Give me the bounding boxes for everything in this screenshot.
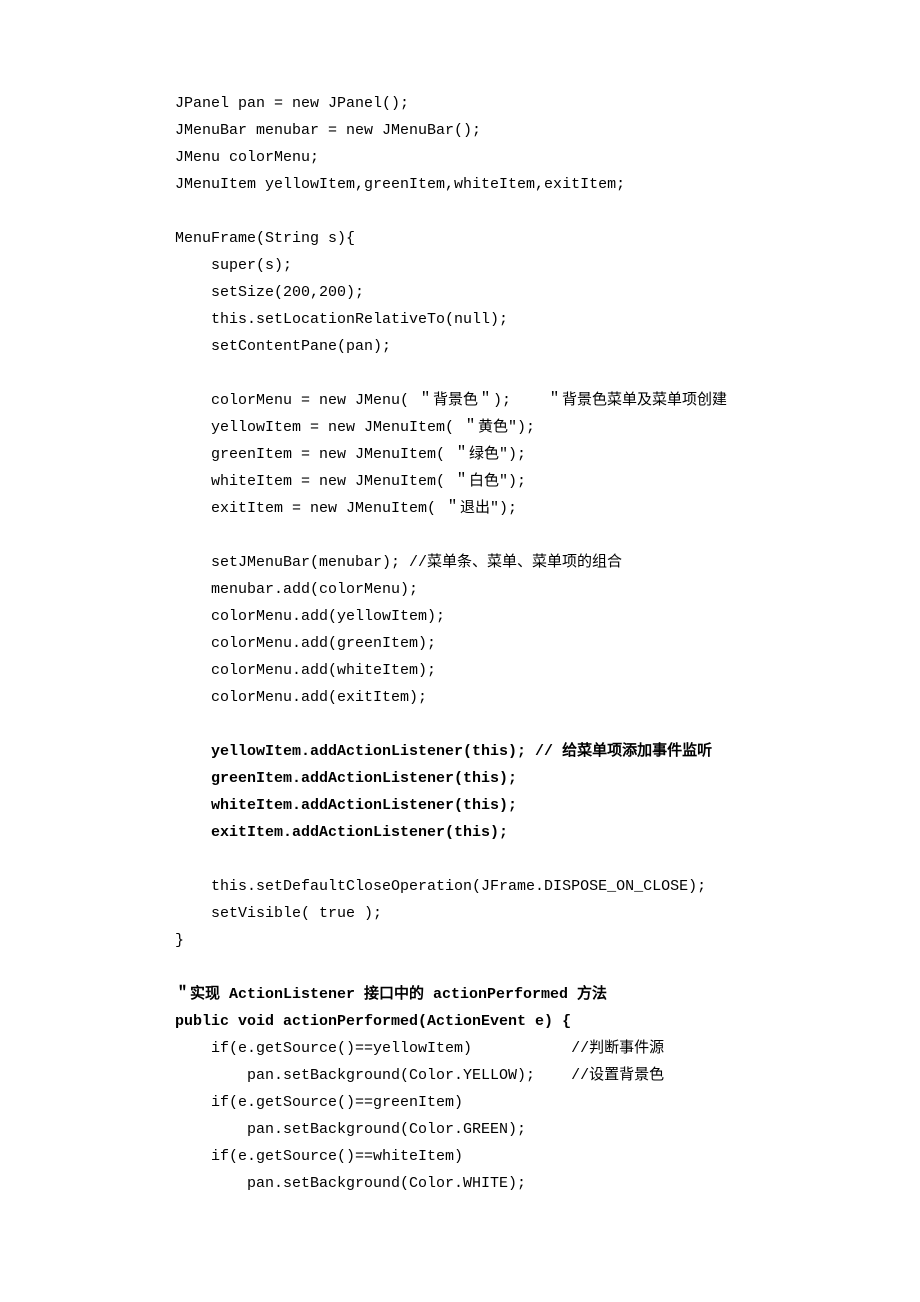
code-line: yellowItem = new JMenuItem( ＂黄色"); — [175, 414, 920, 441]
code-line — [175, 711, 920, 738]
code-line — [175, 954, 920, 981]
code-document-page: JPanel pan = new JPanel();JMenuBar menub… — [0, 0, 920, 1302]
code-line: whiteItem = new JMenuItem( ＂白色"); — [175, 468, 920, 495]
code-line: exitItem = new JMenuItem( ＂退出"); — [175, 495, 920, 522]
code-line: greenItem = new JMenuItem( ＂绿色"); — [175, 441, 920, 468]
code-line: } — [175, 927, 920, 954]
code-block: JPanel pan = new JPanel();JMenuBar menub… — [175, 90, 920, 1197]
code-line: setVisible( true ); — [175, 900, 920, 927]
code-line: pan.setBackground(Color.WHITE); — [175, 1170, 920, 1197]
code-line: exitItem.addActionListener(this); — [175, 819, 920, 846]
code-line: colorMenu.add(exitItem); — [175, 684, 920, 711]
code-line: colorMenu.add(yellowItem); — [175, 603, 920, 630]
code-line: ＂实现 ActionListener 接口中的 actionPerformed … — [175, 981, 920, 1008]
code-line — [175, 360, 920, 387]
code-line: pan.setBackground(Color.YELLOW); //设置背景色 — [175, 1062, 920, 1089]
code-line: yellowItem.addActionListener(this); // 给… — [175, 738, 920, 765]
code-line: colorMenu.add(greenItem); — [175, 630, 920, 657]
code-line: setJMenuBar(menubar); //菜单条、菜单、菜单项的组合 — [175, 549, 920, 576]
code-line: this.setLocationRelativeTo(null); — [175, 306, 920, 333]
code-line: pan.setBackground(Color.GREEN); — [175, 1116, 920, 1143]
code-line: JMenuItem yellowItem,greenItem,whiteItem… — [175, 171, 920, 198]
code-line: MenuFrame(String s){ — [175, 225, 920, 252]
code-line — [175, 846, 920, 873]
code-line: colorMenu.add(whiteItem); — [175, 657, 920, 684]
code-line: super(s); — [175, 252, 920, 279]
code-line: setSize(200,200); — [175, 279, 920, 306]
code-line: whiteItem.addActionListener(this); — [175, 792, 920, 819]
code-line: colorMenu = new JMenu( ＂背景色＂); ＂背景色菜单及菜单… — [175, 387, 920, 414]
code-line: setContentPane(pan); — [175, 333, 920, 360]
code-line: if(e.getSource()==yellowItem) //判断事件源 — [175, 1035, 920, 1062]
code-line — [175, 198, 920, 225]
code-line: JMenuBar menubar = new JMenuBar(); — [175, 117, 920, 144]
code-line: this.setDefaultCloseOperation(JFrame.DIS… — [175, 873, 920, 900]
code-line: public void actionPerformed(ActionEvent … — [175, 1008, 920, 1035]
code-line: JMenu colorMenu; — [175, 144, 920, 171]
code-line: JPanel pan = new JPanel(); — [175, 90, 920, 117]
code-line: greenItem.addActionListener(this); — [175, 765, 920, 792]
code-line: menubar.add(colorMenu); — [175, 576, 920, 603]
code-line — [175, 522, 920, 549]
code-line: if(e.getSource()==greenItem) — [175, 1089, 920, 1116]
code-line: if(e.getSource()==whiteItem) — [175, 1143, 920, 1170]
